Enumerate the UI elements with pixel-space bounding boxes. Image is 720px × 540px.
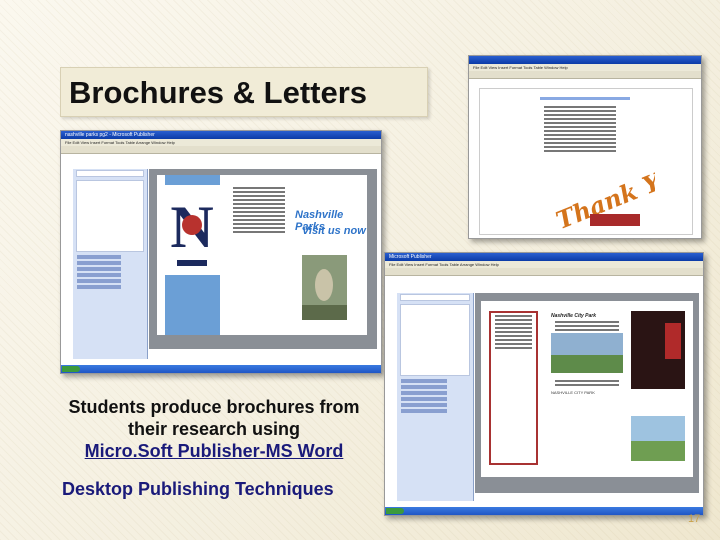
brochure-left-panel	[489, 311, 538, 465]
caption: Students produce brochures from their re…	[44, 396, 384, 462]
slide-number: 17	[688, 513, 701, 525]
toolbar	[469, 71, 701, 79]
thank-you-wordart: Thank You!	[552, 151, 655, 229]
menu-bar: File Edit View Insert Format Tools Table…	[385, 261, 703, 268]
task-pane-link	[77, 255, 122, 259]
brochure-card-title: Nashville City Park	[551, 313, 597, 319]
publisher-screenshot-2: Microsoft Publisher File Edit View Inser…	[384, 252, 704, 516]
publication-list	[76, 180, 144, 252]
window-titlebar	[469, 56, 701, 64]
word-screenshot-letter: File Edit View Insert Format Tools Table…	[468, 55, 702, 239]
toolbar	[61, 146, 381, 154]
task-pane-link	[77, 273, 122, 277]
task-pane-link	[77, 267, 122, 271]
window-titlebar: Microsoft Publisher	[385, 253, 703, 261]
brochure-middle-panel: Nashville City Park NASHVILLE CITY PARK	[551, 313, 623, 463]
task-pane-link	[401, 397, 447, 401]
title-box: Brochures & Letters	[60, 67, 428, 117]
desktop-publishing-subtitle: Desktop Publishing Techniques	[62, 479, 334, 499]
task-pane-link	[401, 385, 447, 389]
brochure-middle-text	[229, 185, 289, 235]
publisher-screenshot-1: nashville parks pg2 - Microsoft Publishe…	[60, 130, 382, 374]
task-pane-link	[401, 403, 447, 407]
dark-cover-panel	[631, 311, 685, 389]
document-canvas: N Nashville Parks Visit us now	[149, 169, 377, 349]
task-pane-link	[77, 279, 122, 283]
toolbar	[385, 268, 703, 276]
start-button[interactable]	[386, 508, 404, 514]
park-field-photo	[631, 416, 685, 461]
task-pane-link	[401, 391, 447, 395]
brochure-footer: NASHVILLE CITY PARK	[551, 390, 595, 395]
task-pane-link	[401, 379, 447, 383]
task-pane-link	[77, 285, 122, 289]
windows-taskbar	[385, 507, 703, 515]
start-button[interactable]	[62, 366, 80, 372]
task-pane-dropdown	[76, 170, 144, 177]
task-pane-link	[77, 261, 122, 265]
park-photo	[551, 333, 623, 373]
windows-taskbar	[61, 365, 381, 373]
menu-bar: File Edit View Insert Format Tools Table…	[61, 139, 381, 146]
slide-title: Brochures & Letters	[69, 75, 368, 110]
task-pane-dropdown	[400, 294, 470, 301]
heron-painting-image	[302, 255, 347, 320]
window-titlebar: nashville parks pg2 - Microsoft Publishe…	[61, 131, 381, 139]
task-pane	[73, 169, 148, 359]
publication-list	[400, 304, 470, 376]
letter-page: Thank You!	[479, 88, 693, 235]
brochure-left-panel: N	[165, 175, 220, 335]
document-canvas: Nashville City Park NASHVILLE CITY PARK	[475, 293, 699, 493]
brochure-page: N Nashville Parks Visit us now	[157, 175, 367, 335]
brochure-page: Nashville City Park NASHVILLE CITY PARK	[481, 301, 693, 477]
task-pane	[397, 293, 474, 501]
caption-line-2: their research using	[127, 419, 301, 439]
menu-bar: File Edit View Insert Format Tools Table…	[469, 64, 701, 71]
nashville-arkansas-logo: N	[165, 185, 220, 275]
publisher-word-link[interactable]: Micro.Soft Publisher-MS Word	[44, 440, 384, 462]
brochure-subheading: Visit us now	[302, 225, 366, 237]
caption-line-1: Students produce brochures from	[68, 397, 360, 417]
task-pane-link	[401, 409, 447, 413]
